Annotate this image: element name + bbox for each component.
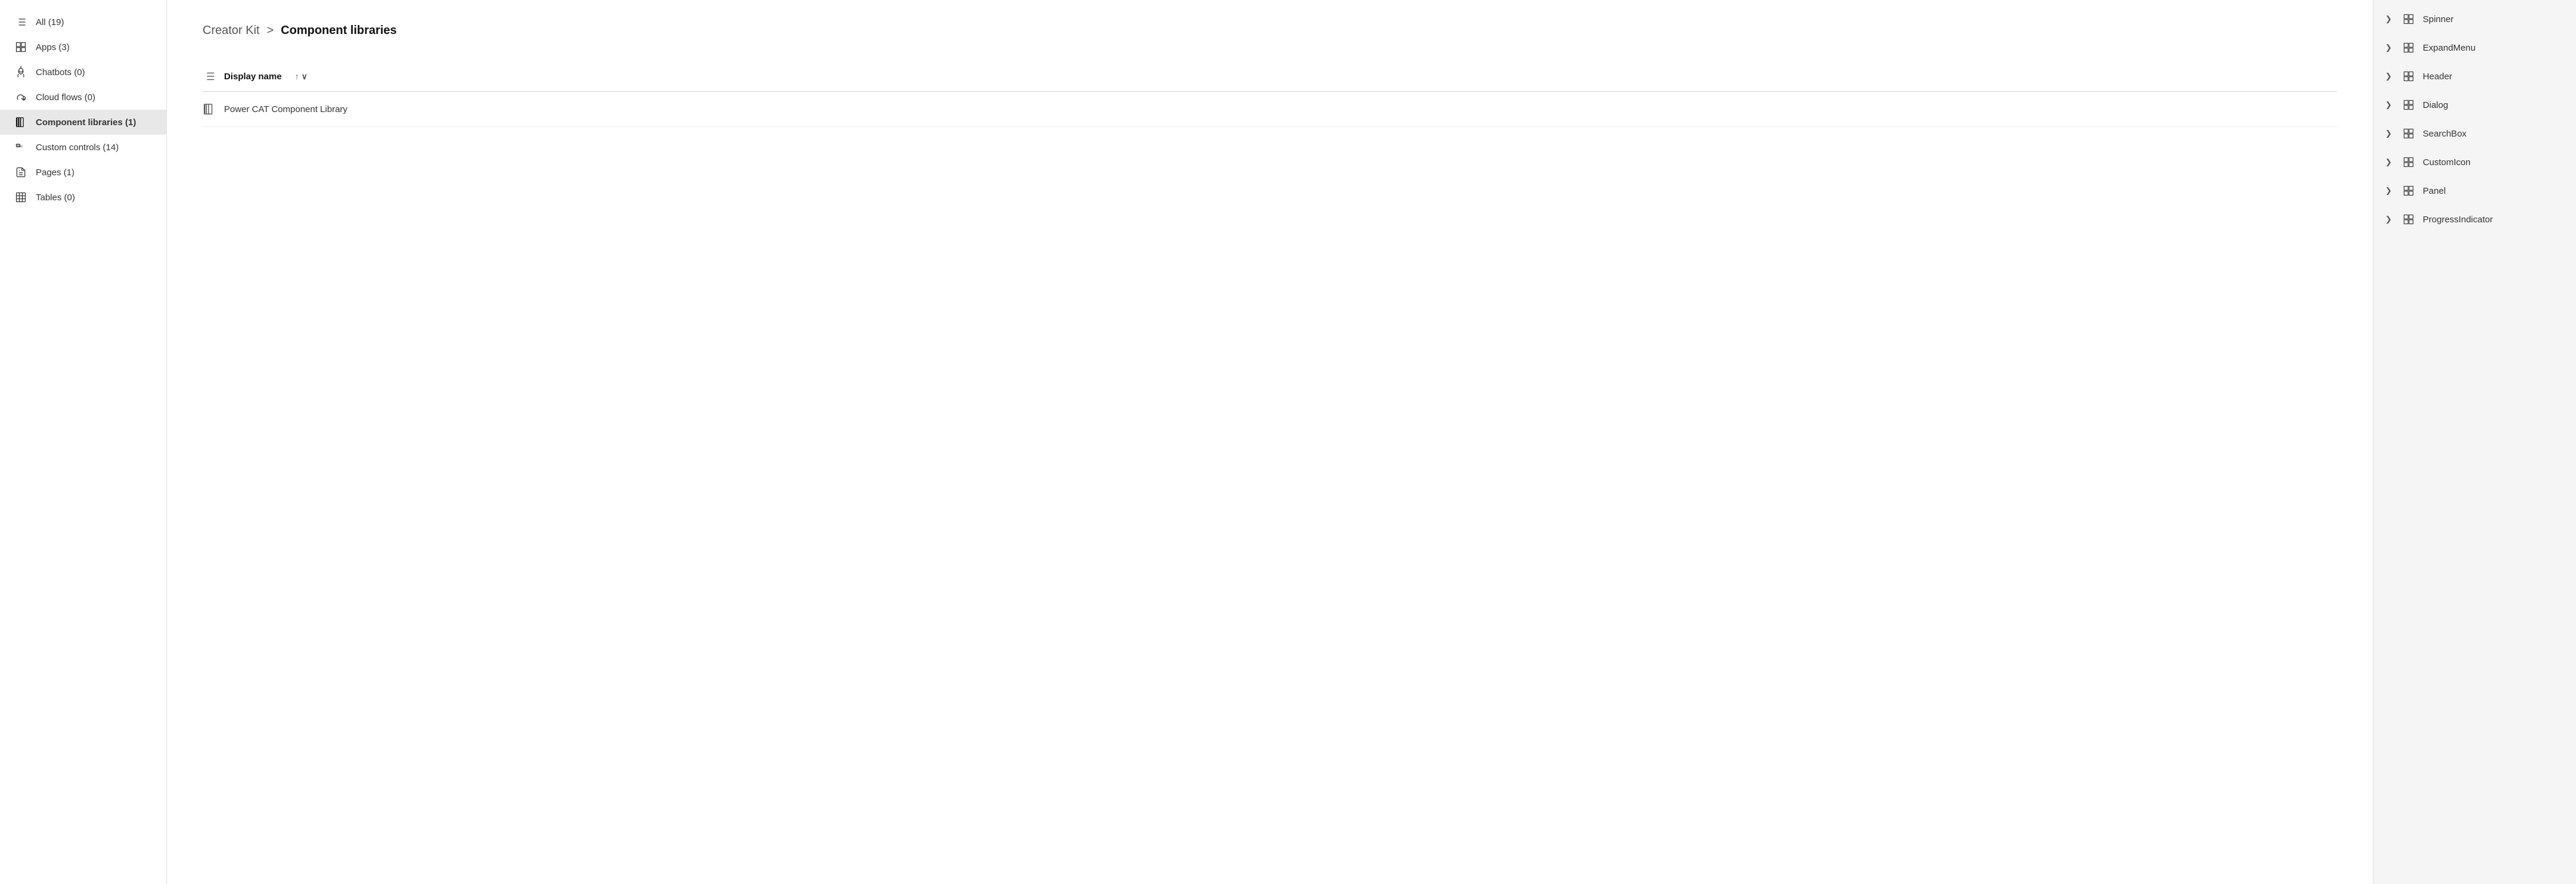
panel-item-dialog-label: Dialog <box>2423 100 2448 110</box>
sort-asc-icon[interactable]: ↑ <box>295 72 299 81</box>
panel-item-spinner[interactable]: ❯ Spinner <box>2373 5 2576 33</box>
chevron-right-icon-header: ❯ <box>2385 72 2392 81</box>
main-content: Creator Kit > Component libraries Displa… <box>167 0 2373 884</box>
sidebar-item-chatbots[interactable]: Chatbots (0) <box>0 60 166 85</box>
component-lib-icon <box>14 116 27 129</box>
table-header-icon <box>203 70 216 83</box>
sidebar-item-all[interactable]: All (19) <box>0 10 166 35</box>
panel-item-spinner-label: Spinner <box>2423 14 2454 24</box>
panel-item-searchbox[interactable]: ❯ SearchBox <box>2373 119 2576 148</box>
component-library-row-icon <box>203 103 216 116</box>
panel-item-searchbox-label: SearchBox <box>2423 129 2466 139</box>
panel-item-panel-label: Panel <box>2423 186 2446 196</box>
panel-item-customicon-label: CustomIcon <box>2423 157 2471 168</box>
customicon-component-icon <box>2403 156 2415 168</box>
panel-item-customicon[interactable]: ❯ CustomIcon <box>2373 148 2576 176</box>
sidebar-item-chatbots-label: Chatbots (0) <box>36 67 85 77</box>
table-row[interactable]: Power CAT Component Library <box>203 92 2337 127</box>
panel-item-header-label: Header <box>2423 72 2452 82</box>
sidebar-item-custom-controls[interactable]: Abc Custom controls (14) <box>0 135 166 160</box>
apps-icon <box>14 41 27 54</box>
right-panel: ❯ Spinner ❯ ExpandM <box>2373 0 2576 884</box>
panel-item-progressindicator[interactable]: ❯ ProgressIndicator <box>2373 205 2576 234</box>
chevron-right-icon-progressindicator: ❯ <box>2385 215 2392 224</box>
sidebar-item-tables-label: Tables (0) <box>36 193 75 203</box>
sidebar-item-tables[interactable]: Tables (0) <box>0 185 166 210</box>
sort-desc-icon[interactable]: ∨ <box>302 72 307 82</box>
chevron-right-icon-searchbox: ❯ <box>2385 129 2392 138</box>
list-icon <box>14 15 27 29</box>
header-component-icon <box>2403 70 2415 82</box>
breadcrumb-current: Component libraries <box>281 24 396 38</box>
sidebar-item-all-label: All (19) <box>36 17 64 27</box>
progressindicator-component-icon <box>2403 213 2415 225</box>
panel-item-header[interactable]: ❯ Header <box>2373 62 2576 91</box>
chevron-right-icon-expandmenu: ❯ <box>2385 43 2392 52</box>
sidebar-item-pages[interactable]: Pages (1) <box>0 160 166 185</box>
chevron-right-icon-panel: ❯ <box>2385 186 2392 196</box>
sidebar-item-component-libraries-label: Component libraries (1) <box>36 117 136 128</box>
sidebar-item-pages-label: Pages (1) <box>36 168 74 178</box>
column-header-display-name: Display name <box>224 72 282 82</box>
pages-icon <box>14 166 27 179</box>
dialog-component-icon <box>2403 99 2415 111</box>
sidebar-item-component-libraries[interactable]: Component libraries (1) <box>0 110 166 135</box>
panel-item-expandmenu[interactable]: ❯ ExpandMenu <box>2373 33 2576 62</box>
chevron-right-icon-spinner: ❯ <box>2385 14 2392 24</box>
custom-controls-icon: Abc <box>14 141 27 154</box>
panel-component-icon <box>2403 185 2415 197</box>
sidebar-item-apps[interactable]: Apps (3) <box>0 35 166 60</box>
sidebar-item-cloud-flows-label: Cloud flows (0) <box>36 92 95 103</box>
sidebar-item-cloud-flows[interactable]: Cloud flows (0) <box>0 85 166 110</box>
panel-item-dialog[interactable]: ❯ Dialog <box>2373 91 2576 119</box>
table-header: Display name ↑ ∨ <box>203 61 2337 92</box>
chevron-right-icon-dialog: ❯ <box>2385 100 2392 110</box>
searchbox-component-icon <box>2403 128 2415 139</box>
breadcrumb-separator: > <box>267 24 274 38</box>
chevron-right-icon-customicon: ❯ <box>2385 157 2392 167</box>
tables-icon <box>14 191 27 204</box>
sidebar-item-apps-label: Apps (3) <box>36 42 70 52</box>
panel-item-progressindicator-label: ProgressIndicator <box>2423 215 2493 225</box>
spinner-component-icon <box>2403 13 2415 25</box>
breadcrumb-parent[interactable]: Creator Kit <box>203 24 260 38</box>
panel-item-expandmenu-label: ExpandMenu <box>2423 43 2475 53</box>
expandmenu-component-icon <box>2403 42 2415 54</box>
chatbot-icon <box>14 66 27 79</box>
sort-controls[interactable]: ↑ ∨ <box>295 72 307 82</box>
component-library-name: Power CAT Component Library <box>224 104 347 114</box>
cloud-flow-icon <box>14 91 27 104</box>
sidebar: All (19) Apps (3) <box>0 0 167 884</box>
svg-text:Abc: Abc <box>17 145 23 148</box>
panel-item-panel[interactable]: ❯ Panel <box>2373 176 2576 205</box>
breadcrumb: Creator Kit > Component libraries <box>203 24 2337 38</box>
sidebar-item-custom-controls-label: Custom controls (14) <box>36 142 119 153</box>
